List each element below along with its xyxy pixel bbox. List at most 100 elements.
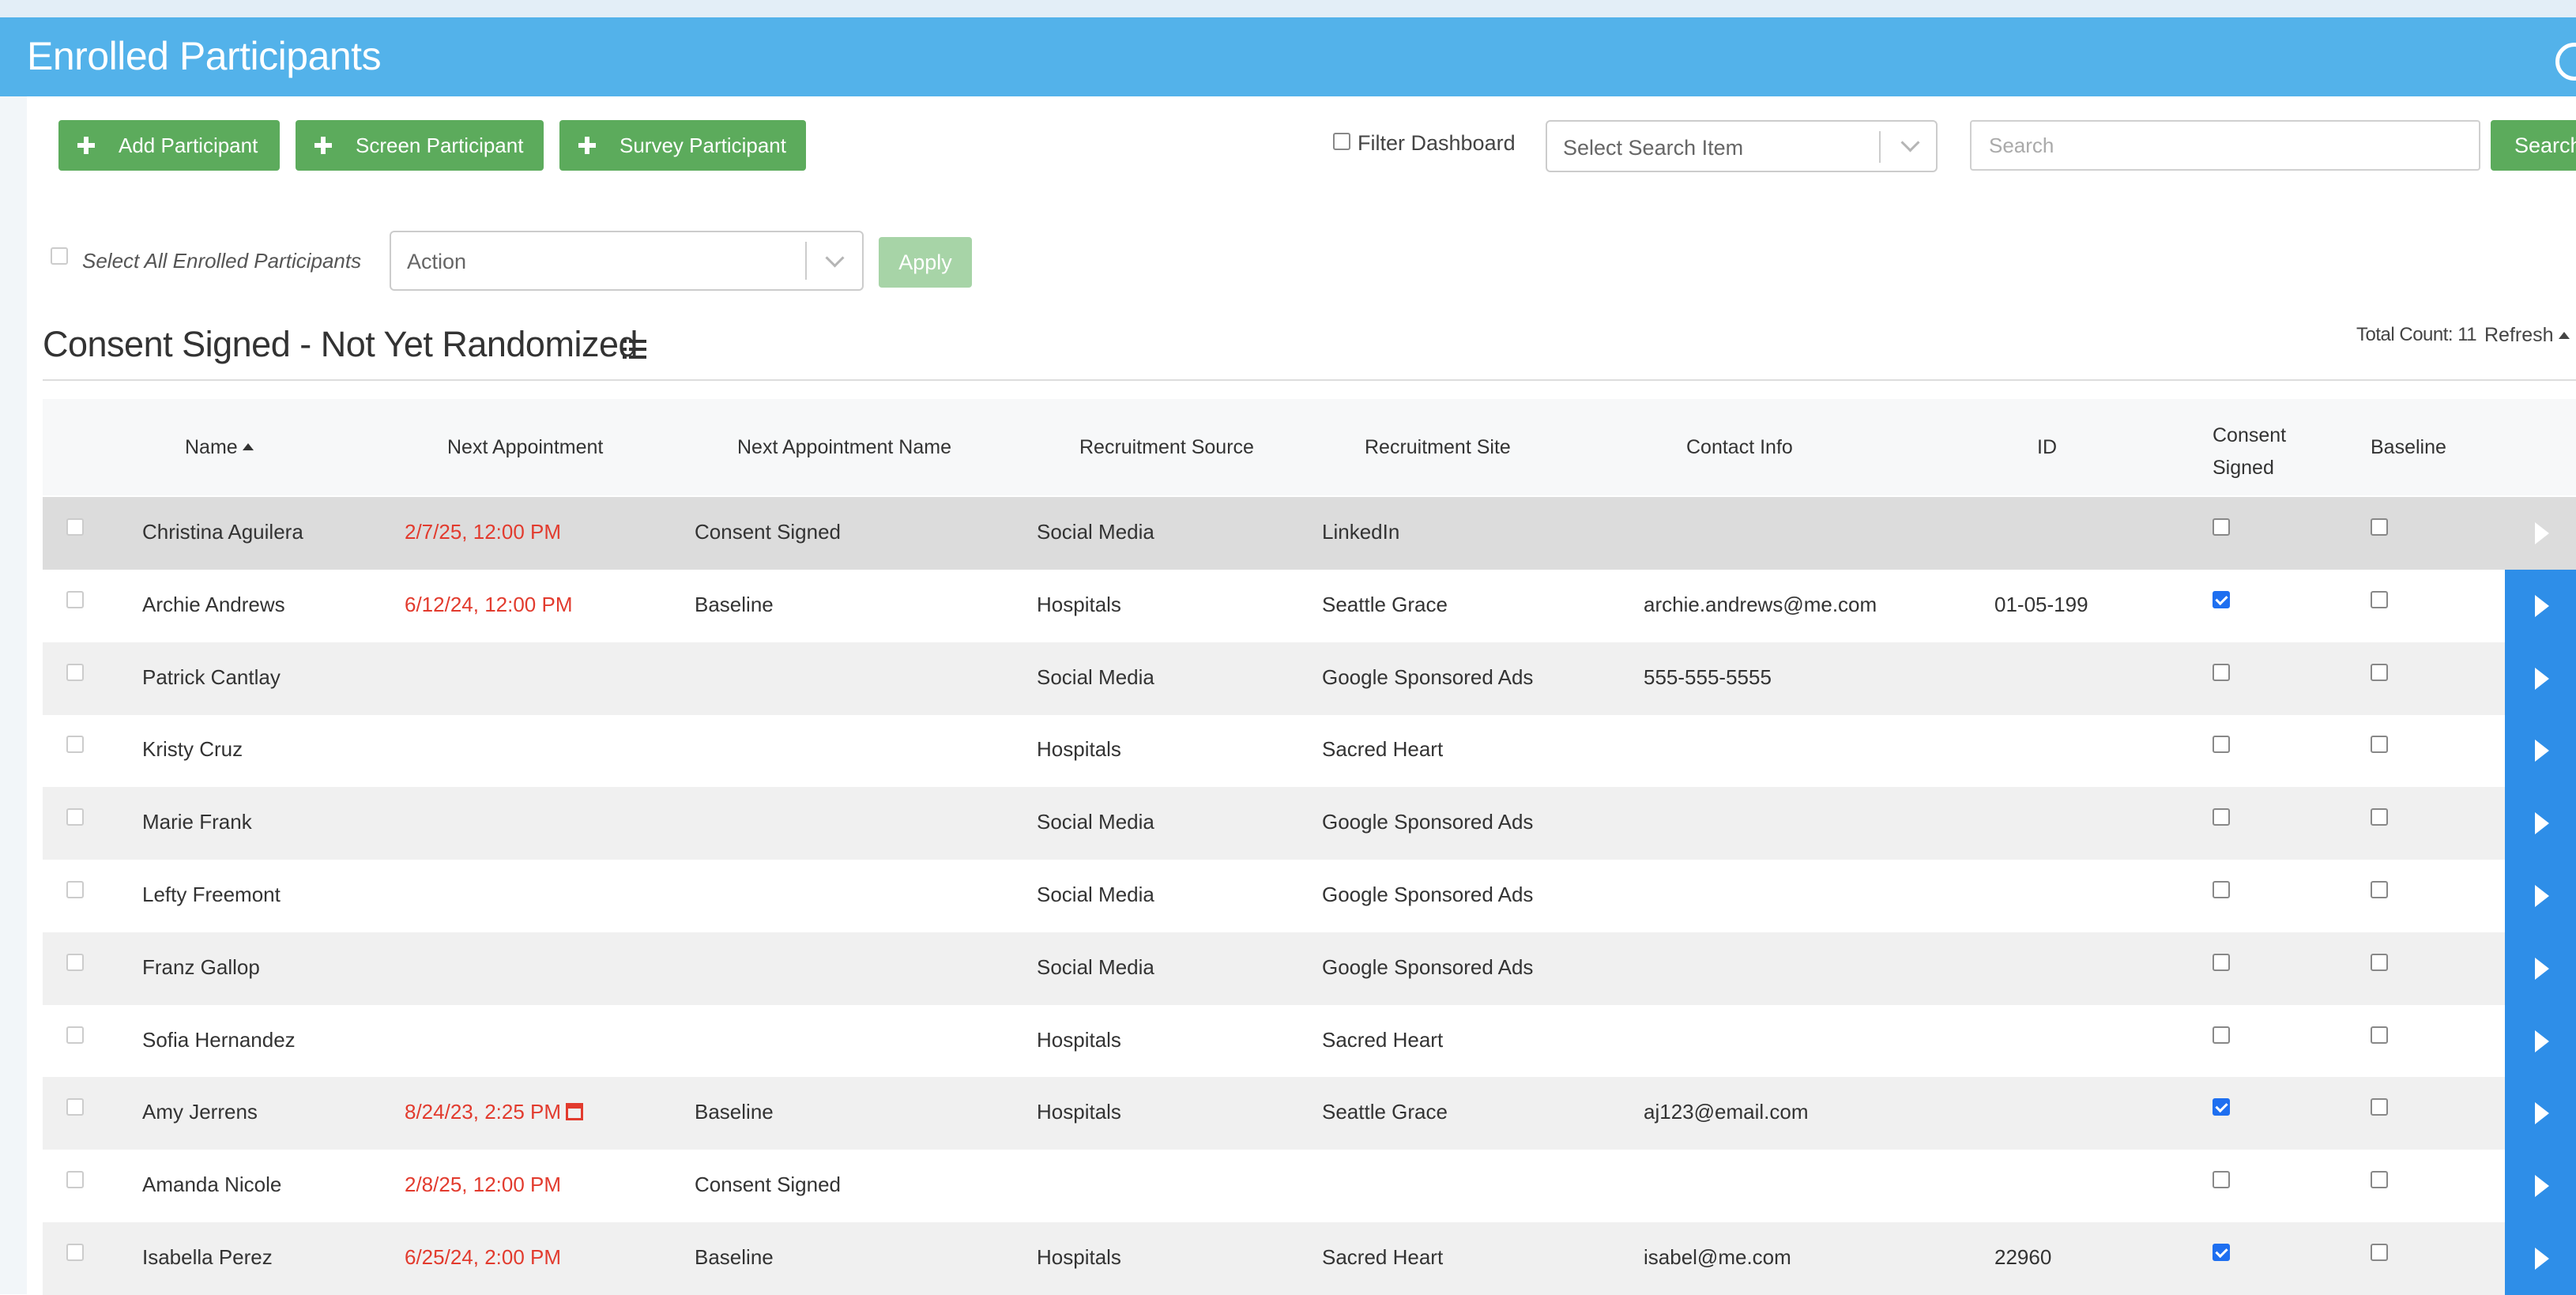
open-participant-button[interactable]	[2505, 1150, 2576, 1223]
survey-participant-button[interactable]: Survey Participant	[559, 120, 806, 171]
recruitment-source-text: Hospitals	[1037, 1027, 1121, 1052]
play-arrow-icon	[2535, 812, 2549, 835]
total-count: Total Count: 11	[2356, 324, 2477, 345]
consent-signed-checkbox[interactable]	[2213, 1098, 2230, 1116]
screen-participant-button[interactable]: Screen Participant	[296, 120, 544, 171]
next-appointment: 2/8/25, 12:00 PM	[405, 1173, 561, 1197]
caret-up-icon[interactable]	[2559, 332, 2570, 339]
table-row[interactable]: Isabella Perez 6/25/24, 2:00 PM Baseline Ho…	[43, 1222, 2576, 1295]
table-row[interactable]: Lefty Freemont Social Media Google Sponsor…	[43, 860, 2576, 932]
column-header-consent-signed[interactable]: Consent Signed	[2213, 420, 2286, 484]
contact-info[interactable]: archie.andrews@me.com	[1644, 593, 1877, 617]
consent-signed-checkbox[interactable]	[2213, 1171, 2230, 1189]
row-select-checkbox[interactable]	[66, 663, 84, 681]
open-participant-button[interactable]	[2505, 1004, 2576, 1078]
filter-dashboard-label: Filter Dashboard	[1358, 131, 1516, 155]
open-participant-button[interactable]	[2505, 497, 2576, 570]
participant-name: Kristy Cruz	[142, 737, 243, 762]
recruitment-source-text: Hospitals	[1037, 1100, 1121, 1124]
search-item-select[interactable]: Select Search Item	[1546, 120, 1938, 172]
user-avatar-icon[interactable]	[2555, 43, 2576, 81]
next-appointment-name: Consent Signed	[695, 520, 841, 544]
column-header-recruitment-source[interactable]: Recruitment Source	[1079, 436, 1254, 459]
open-participant-button[interactable]	[2505, 714, 2576, 788]
contact-info[interactable]: isabel@me.com	[1644, 1245, 1791, 1270]
baseline-checkbox[interactable]	[2371, 881, 2388, 898]
recruitment-site: Sacred Heart	[1322, 737, 1443, 762]
row-select-checkbox[interactable]	[66, 881, 84, 898]
row-select-checkbox[interactable]	[66, 590, 84, 608]
column-header-baseline[interactable]: Baseline	[2371, 436, 2446, 459]
row-select-checkbox[interactable]	[66, 518, 84, 536]
add-participant-button[interactable]: Add Participant	[58, 120, 280, 171]
consent-signed-checkbox[interactable]	[2213, 518, 2230, 536]
action-select[interactable]: Action	[390, 231, 864, 291]
baseline-checkbox[interactable]	[2371, 808, 2388, 826]
contact-info[interactable]: 555-555-5555	[1644, 665, 1772, 690]
recruitment-source: Social Media	[1037, 955, 1154, 980]
open-participant-button[interactable]	[2505, 1077, 2576, 1150]
table-row[interactable]: Amanda Nicole 2/8/25, 12:00 PM Consent Sig…	[43, 1150, 2576, 1223]
table-row[interactable]: Archie Andrews 6/12/24, 12:00 PM Baseline H…	[43, 569, 2576, 642]
section-title: Consent Signed - Not Yet Randomized	[43, 324, 638, 364]
column-header-next-appointment[interactable]: Next Appointment	[447, 436, 603, 459]
consent-signed-checkbox[interactable]	[2213, 590, 2230, 608]
baseline-checkbox[interactable]	[2371, 1098, 2388, 1116]
open-participant-button[interactable]	[2505, 642, 2576, 715]
table-row[interactable]: Sofia Hernandez Hospitals Sacred Heart	[43, 1004, 2576, 1078]
recruitment-source: Social Media	[1037, 883, 1154, 907]
baseline-checkbox[interactable]	[2371, 1026, 2388, 1044]
baseline-checkbox[interactable]	[2371, 590, 2388, 608]
table-row[interactable]: Christina Aguilera 2/7/25, 12:00 PM Consen…	[43, 497, 2576, 570]
row-select-checkbox[interactable]	[66, 808, 84, 826]
list-icon[interactable]	[623, 340, 646, 359]
open-participant-button[interactable]	[2505, 787, 2576, 860]
row-select-checkbox[interactable]	[66, 1171, 84, 1189]
recruitment-source: Social Media	[1037, 665, 1154, 690]
consent-signed-checkbox[interactable]	[2213, 953, 2230, 971]
baseline-checkbox[interactable]	[2371, 953, 2388, 971]
table-row[interactable]: Franz Gallop Social Media Google Sponsored…	[43, 932, 2576, 1005]
column-header-id[interactable]: ID	[2037, 436, 2057, 459]
consent-signed-checkbox[interactable]	[2213, 881, 2230, 898]
table-row[interactable]: Patrick Cantlay Social Media Google Sponso…	[43, 642, 2576, 715]
table-row[interactable]: Kristy Cruz Hospitals Sacred Heart	[43, 714, 2576, 788]
baseline-checkbox[interactable]	[2371, 518, 2388, 536]
search-button[interactable]: Search	[2491, 120, 2576, 171]
row-select-checkbox[interactable]	[66, 1098, 84, 1116]
row-select-checkbox[interactable]	[66, 1026, 84, 1044]
baseline-checkbox[interactable]	[2371, 663, 2388, 681]
baseline-checkbox[interactable]	[2371, 1244, 2388, 1261]
row-select-checkbox[interactable]	[66, 736, 84, 754]
column-header-contact-info[interactable]: Contact Info	[1686, 436, 1793, 459]
consent-signed-checkbox[interactable]	[2213, 808, 2230, 826]
consent-signed-checkbox[interactable]	[2213, 736, 2230, 754]
participant-name: Marie Frank	[142, 810, 252, 834]
recruitment-site-text: Google Sponsored Ads	[1322, 954, 1534, 979]
table-row[interactable]: Marie Frank Social Media Google Sponsored …	[43, 787, 2576, 860]
consent-signed-checkbox[interactable]	[2213, 1026, 2230, 1044]
baseline-checkbox[interactable]	[2371, 736, 2388, 754]
apply-button[interactable]: Apply	[879, 237, 972, 288]
calendar-icon[interactable]	[566, 1103, 584, 1121]
open-participant-button[interactable]	[2505, 932, 2576, 1005]
consent-signed-checkbox[interactable]	[2213, 1244, 2230, 1261]
contact-info[interactable]: aj123@email.com	[1644, 1100, 1808, 1124]
refresh-link[interactable]: Refresh	[2484, 324, 2554, 347]
consent-signed-checkbox[interactable]	[2213, 663, 2230, 681]
column-header-next-appointment-name[interactable]: Next Appointment Name	[737, 436, 951, 459]
row-select-checkbox[interactable]	[66, 953, 84, 971]
open-participant-button[interactable]	[2505, 1222, 2576, 1295]
recruitment-site-text: Google Sponsored Ads	[1322, 810, 1534, 834]
column-header-recruitment-site[interactable]: Recruitment Site	[1365, 436, 1511, 459]
row-select-checkbox[interactable]	[66, 1244, 84, 1261]
table-row[interactable]: Amy Jerrens 8/24/23, 2:25 PM Baseline Hospi…	[43, 1077, 2576, 1150]
participant-id: 01-05-199	[1994, 593, 2088, 617]
baseline-checkbox[interactable]	[2371, 1171, 2388, 1189]
open-participant-button[interactable]	[2505, 569, 2576, 642]
filter-dashboard-checkbox[interactable]	[1333, 133, 1350, 150]
column-header-name[interactable]: Name	[185, 436, 254, 459]
search-input[interactable]	[1972, 122, 2479, 169]
open-participant-button[interactable]	[2505, 860, 2576, 932]
select-all-checkbox[interactable]	[51, 247, 68, 265]
